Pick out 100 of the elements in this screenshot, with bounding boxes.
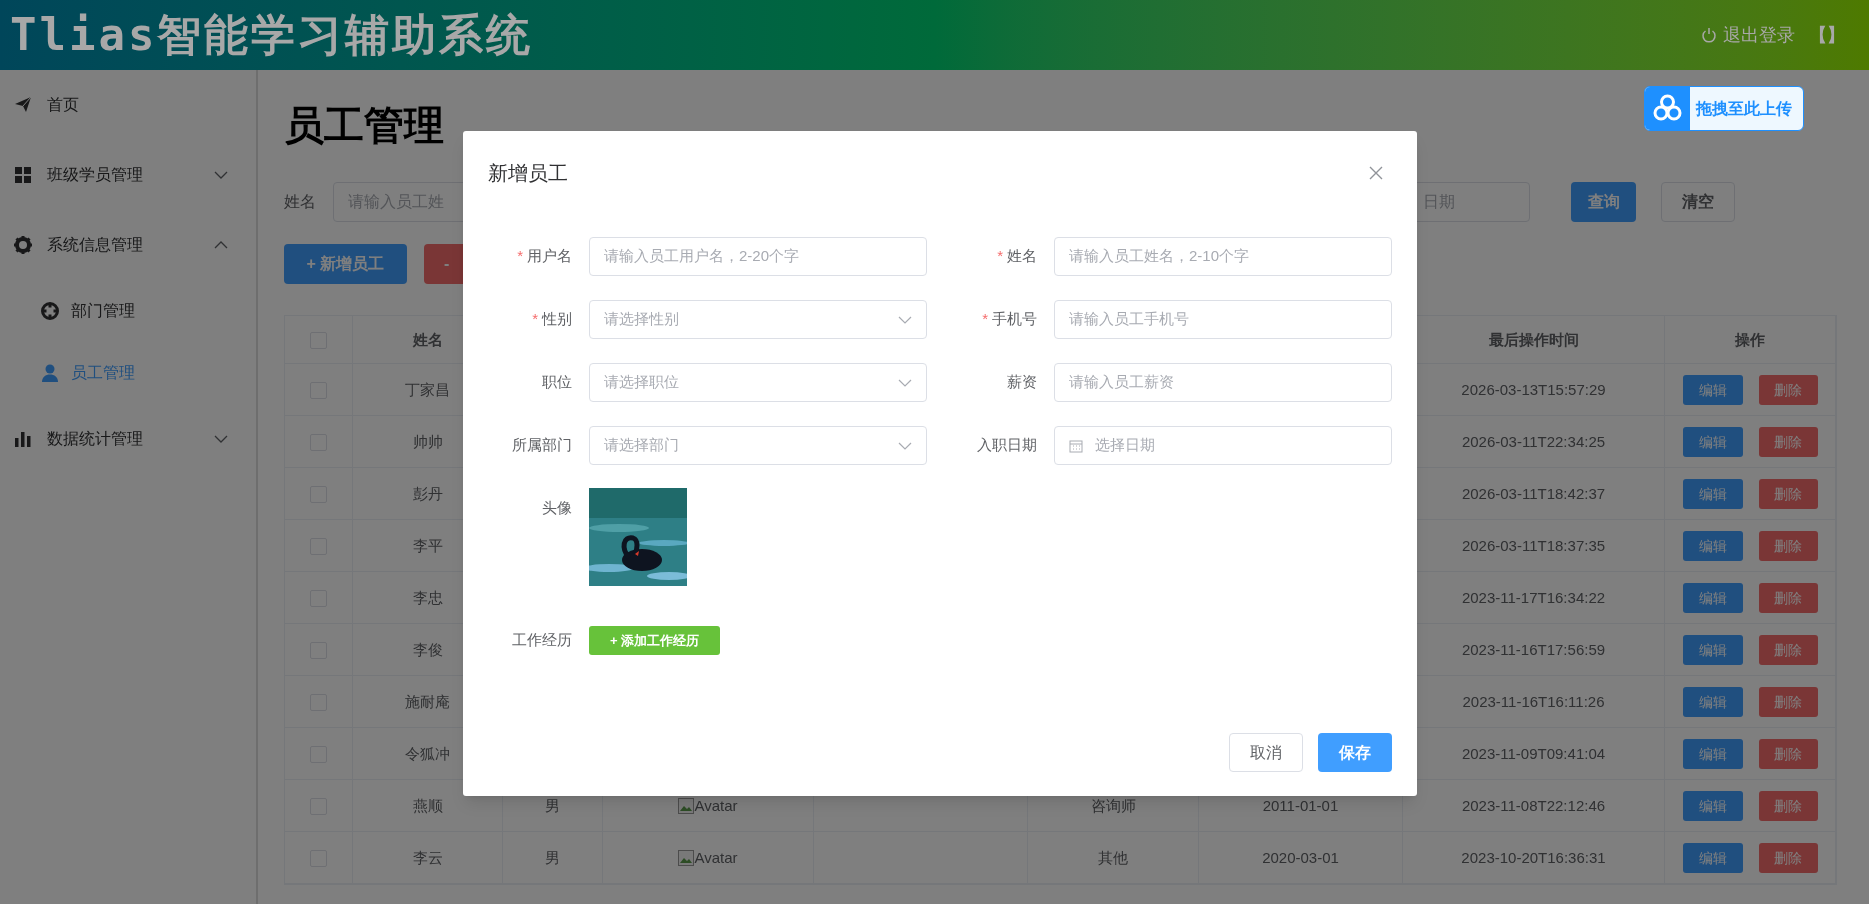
edit-button[interactable]: 编辑: [1682, 739, 1743, 769]
delete-button[interactable]: 删除: [1758, 479, 1818, 509]
clear-button[interactable]: 清空: [1661, 182, 1735, 222]
dialog-title: 新增员工: [488, 161, 568, 186]
date-picker-field[interactable]: 选择日期: [1054, 426, 1392, 465]
table-cell-text: 2020-03-01: [1262, 847, 1339, 868]
logout-link[interactable]: 退出登录: [1723, 21, 1795, 49]
gear-icon: [14, 236, 32, 254]
menu-group[interactable]: 系统信息管理: [0, 210, 256, 280]
chevron-down-icon: [898, 378, 912, 387]
column-header: 最后操作时间: [1488, 329, 1579, 350]
table-cell-text: 李忠: [412, 587, 443, 608]
input-field[interactable]: 请输入员工薪资: [1054, 363, 1392, 402]
chevron-down-icon: [898, 441, 912, 450]
cancel-button[interactable]: 取消: [1229, 733, 1303, 772]
edit-button[interactable]: 编辑: [1682, 687, 1743, 717]
chevron-down-icon: [898, 315, 912, 324]
select-field[interactable]: 请选择部门: [589, 426, 927, 465]
upload-widget[interactable]: 拖拽至此上传: [1644, 86, 1804, 131]
delete-button[interactable]: 删除: [1758, 635, 1818, 665]
menu-group[interactable]: 数据统计管理: [0, 404, 256, 474]
edit-button[interactable]: 编辑: [1682, 531, 1743, 561]
delete-button[interactable]: 删除: [1758, 739, 1818, 769]
calendar-icon: [1069, 438, 1083, 453]
cloud-icon: [1645, 87, 1690, 130]
app-title: Tlias智能学习辅助系统: [10, 13, 534, 57]
delete-button[interactable]: 删除: [1758, 583, 1818, 613]
table-cell-text: 2023-11-16T16:11:26: [1462, 691, 1605, 712]
field-label: * 性别: [531, 309, 572, 330]
delete-button[interactable]: 删除: [1758, 531, 1818, 561]
table-cell-text: 男: [545, 847, 560, 868]
table-cell-text: 2023-11-09T09:41:04: [1461, 743, 1606, 764]
edit-button[interactable]: 编辑: [1682, 583, 1743, 613]
paper-plane-icon: [14, 96, 32, 114]
bar-chart-icon: [14, 430, 32, 448]
field-label: 工作经历: [511, 630, 572, 651]
table-cell-text: 男: [545, 795, 560, 816]
power-icon: [1701, 27, 1717, 43]
image-alt-text: Avatar: [694, 847, 738, 868]
menu-item[interactable]: 首页: [0, 70, 256, 140]
grid-icon: [14, 166, 32, 184]
input-field[interactable]: 请输入员工姓名，2-10个字: [1054, 237, 1392, 276]
select-field[interactable]: 请选择职位: [589, 363, 927, 402]
table-cell-text: 施耐庵: [405, 691, 450, 712]
field-label: 薪资: [1006, 372, 1037, 393]
table-cell-text: 2026-03-11T18:37:35: [1461, 535, 1606, 556]
table-cell-text: 其他: [1098, 847, 1128, 868]
page-title: 员工管理: [284, 103, 444, 148]
table-cell-text: 李云: [412, 847, 443, 868]
broken-image-icon: [678, 850, 695, 866]
select-field[interactable]: 请选择性别: [589, 300, 927, 339]
edit-button[interactable]: 编辑: [1682, 635, 1743, 665]
add-experience-button[interactable]: + 添加工作经历: [589, 626, 720, 655]
edit-button[interactable]: 编辑: [1682, 791, 1743, 821]
table-cell-text: 帅帅: [412, 431, 443, 452]
field-label: 所属部门: [511, 435, 572, 456]
bracket-text: 【】: [1809, 23, 1845, 47]
field-label: * 用户名: [516, 246, 572, 267]
table-cell-text: 2023-11-16T17:56:59: [1461, 639, 1606, 660]
table-cell-text: 2023-11-08T22:12:46: [1461, 795, 1606, 816]
table-cell-text: 燕顺: [412, 795, 443, 816]
edit-button[interactable]: 编辑: [1682, 427, 1743, 457]
table-cell-text: 2026-03-13T15:57:29: [1461, 379, 1606, 400]
table-cell-text: 2023-10-20T16:36:31: [1461, 847, 1606, 868]
field-label: 职位: [541, 372, 572, 393]
input-field[interactable]: 请输入员工用户名，2-20个字: [589, 237, 927, 276]
add-employee-button[interactable]: + 新增员工: [284, 244, 407, 284]
image-alt-text: Avatar: [694, 795, 738, 816]
field-label: 头像: [541, 498, 572, 518]
edit-button[interactable]: 编辑: [1682, 843, 1743, 873]
lifebuoy-icon: [41, 302, 59, 320]
table-cell-text: 咨询师: [1090, 795, 1136, 816]
edit-button[interactable]: 编辑: [1682, 479, 1743, 509]
table-cell-text: 李平: [412, 535, 443, 556]
input-field[interactable]: 请输入员工手机号: [1054, 300, 1392, 339]
table-cell-text: 2023-11-17T16:34:22: [1461, 587, 1606, 608]
field-label: 姓名: [284, 192, 317, 212]
table-cell-text: 彭丹: [412, 483, 443, 504]
delete-button[interactable]: 删除: [1758, 375, 1818, 405]
delete-button[interactable]: 删除: [1758, 791, 1818, 821]
submenu-item[interactable]: 部门管理: [0, 280, 256, 342]
query-button[interactable]: 查询: [1571, 182, 1636, 222]
column-header: 姓名: [412, 329, 443, 350]
delete-button[interactable]: 删除: [1758, 843, 1818, 873]
delete-button[interactable]: 删除: [1758, 687, 1818, 717]
close-icon[interactable]: [1369, 166, 1383, 180]
edit-button[interactable]: 编辑: [1682, 375, 1743, 405]
table-cell-text: 令狐冲: [405, 743, 450, 764]
menu-group[interactable]: 班级学员管理: [0, 140, 256, 210]
table-cell-text: 2026-03-11T22:34:25: [1461, 431, 1606, 452]
table-cell-text: 2011-01-01: [1262, 795, 1339, 816]
delete-button[interactable]: 删除: [1758, 427, 1818, 457]
submenu-item[interactable]: 员工管理: [0, 342, 256, 404]
save-button[interactable]: 保存: [1318, 733, 1392, 772]
table-cell-text: 2026-03-11T18:42:37: [1461, 483, 1606, 504]
person-icon: [41, 364, 59, 382]
field-label: 入职日期: [976, 435, 1037, 456]
field-label: * 手机号: [981, 309, 1037, 330]
column-header: 操作: [1735, 329, 1765, 350]
broken-image-icon: [678, 798, 695, 814]
